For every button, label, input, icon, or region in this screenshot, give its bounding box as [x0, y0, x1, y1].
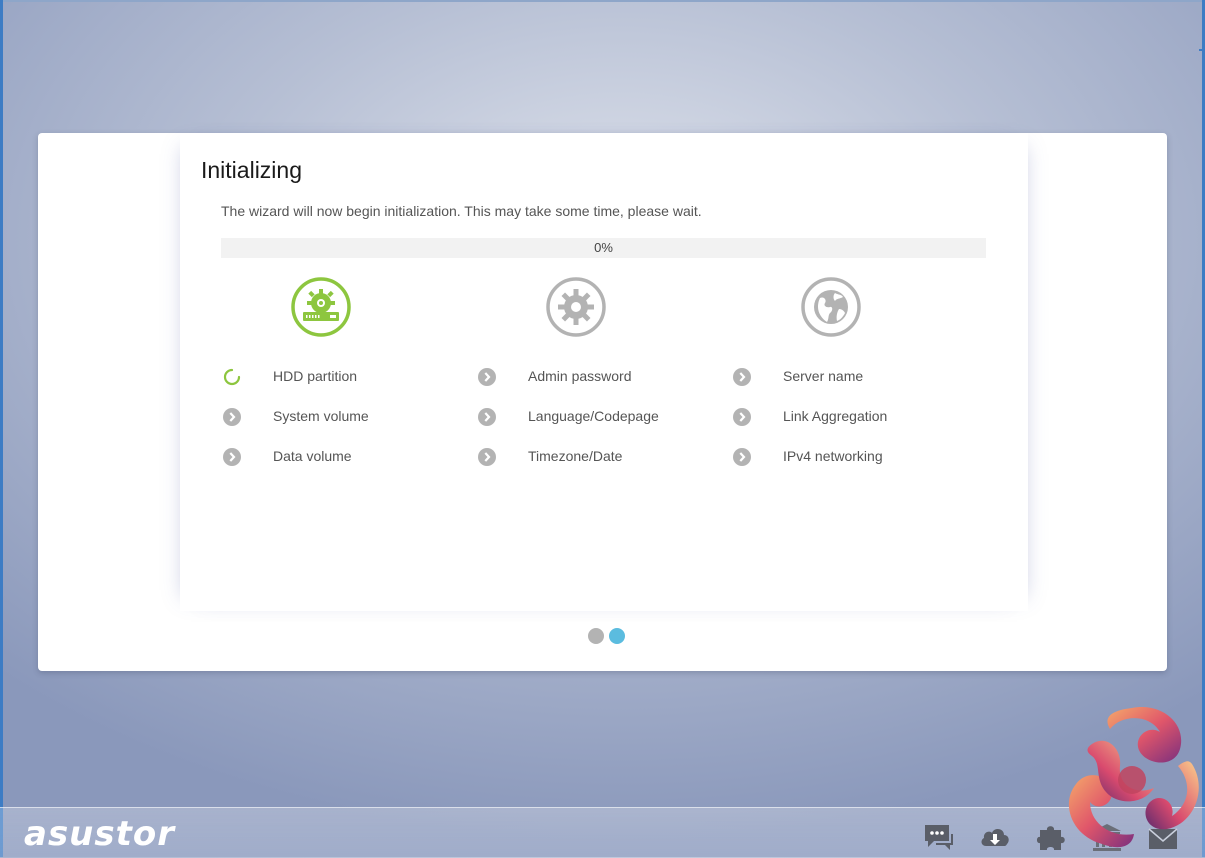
cloud-download-icon[interactable] — [978, 822, 1012, 852]
step-label: Data volume — [273, 448, 352, 464]
step-label: Language/Codepage — [528, 408, 659, 424]
disk-gear-icon — [291, 277, 351, 337]
progress-label: 0% — [594, 240, 613, 255]
chevron-right-icon — [478, 408, 496, 426]
chat-icon[interactable] — [922, 822, 956, 852]
chevron-right-icon — [733, 368, 751, 386]
wizard-dialog: Initializing The wizard will now begin i… — [38, 133, 1167, 671]
wizard-title: Initializing — [201, 157, 302, 183]
taskbar: asustor — [0, 807, 1205, 858]
step-label: HDD partition — [273, 368, 358, 384]
chevron-right-icon — [478, 368, 496, 386]
step-group-system: Admin password Language/Codepage Timezon… — [448, 276, 703, 476]
step-group-storage: HDD partition System volume Data volume — [193, 276, 448, 476]
step-label: Timezone/Date — [528, 448, 623, 464]
step-label: Server name — [783, 368, 864, 384]
page-indicator — [588, 628, 628, 644]
chevron-right-icon — [223, 448, 241, 466]
step-label: System volume — [273, 408, 369, 424]
brand-logo: asustor — [24, 814, 176, 854]
chevron-right-icon — [478, 448, 496, 466]
page-dot-2-active[interactable] — [609, 628, 625, 644]
globe-icon — [801, 277, 861, 337]
progress-bar: 0% — [221, 238, 986, 258]
wizard-description: The wizard will now begin initialization… — [221, 203, 702, 219]
step-group-network: Server name Link Aggregation IPv4 networ… — [703, 276, 958, 476]
window-top-border — [0, 0, 1205, 2]
chevron-right-icon — [223, 408, 241, 426]
window-left-border — [0, 0, 3, 857]
chevron-right-icon — [733, 408, 751, 426]
page-dot-1[interactable] — [588, 628, 604, 644]
gear-icon — [546, 277, 606, 337]
step-label: Link Aggregation — [783, 408, 888, 424]
window-border-notch — [1199, 49, 1202, 51]
step-label: Admin password — [528, 368, 632, 384]
watermark-logo — [1068, 707, 1199, 848]
spinner-icon — [223, 368, 241, 386]
chevron-right-icon — [733, 448, 751, 466]
step-label: IPv4 networking — [783, 448, 883, 464]
